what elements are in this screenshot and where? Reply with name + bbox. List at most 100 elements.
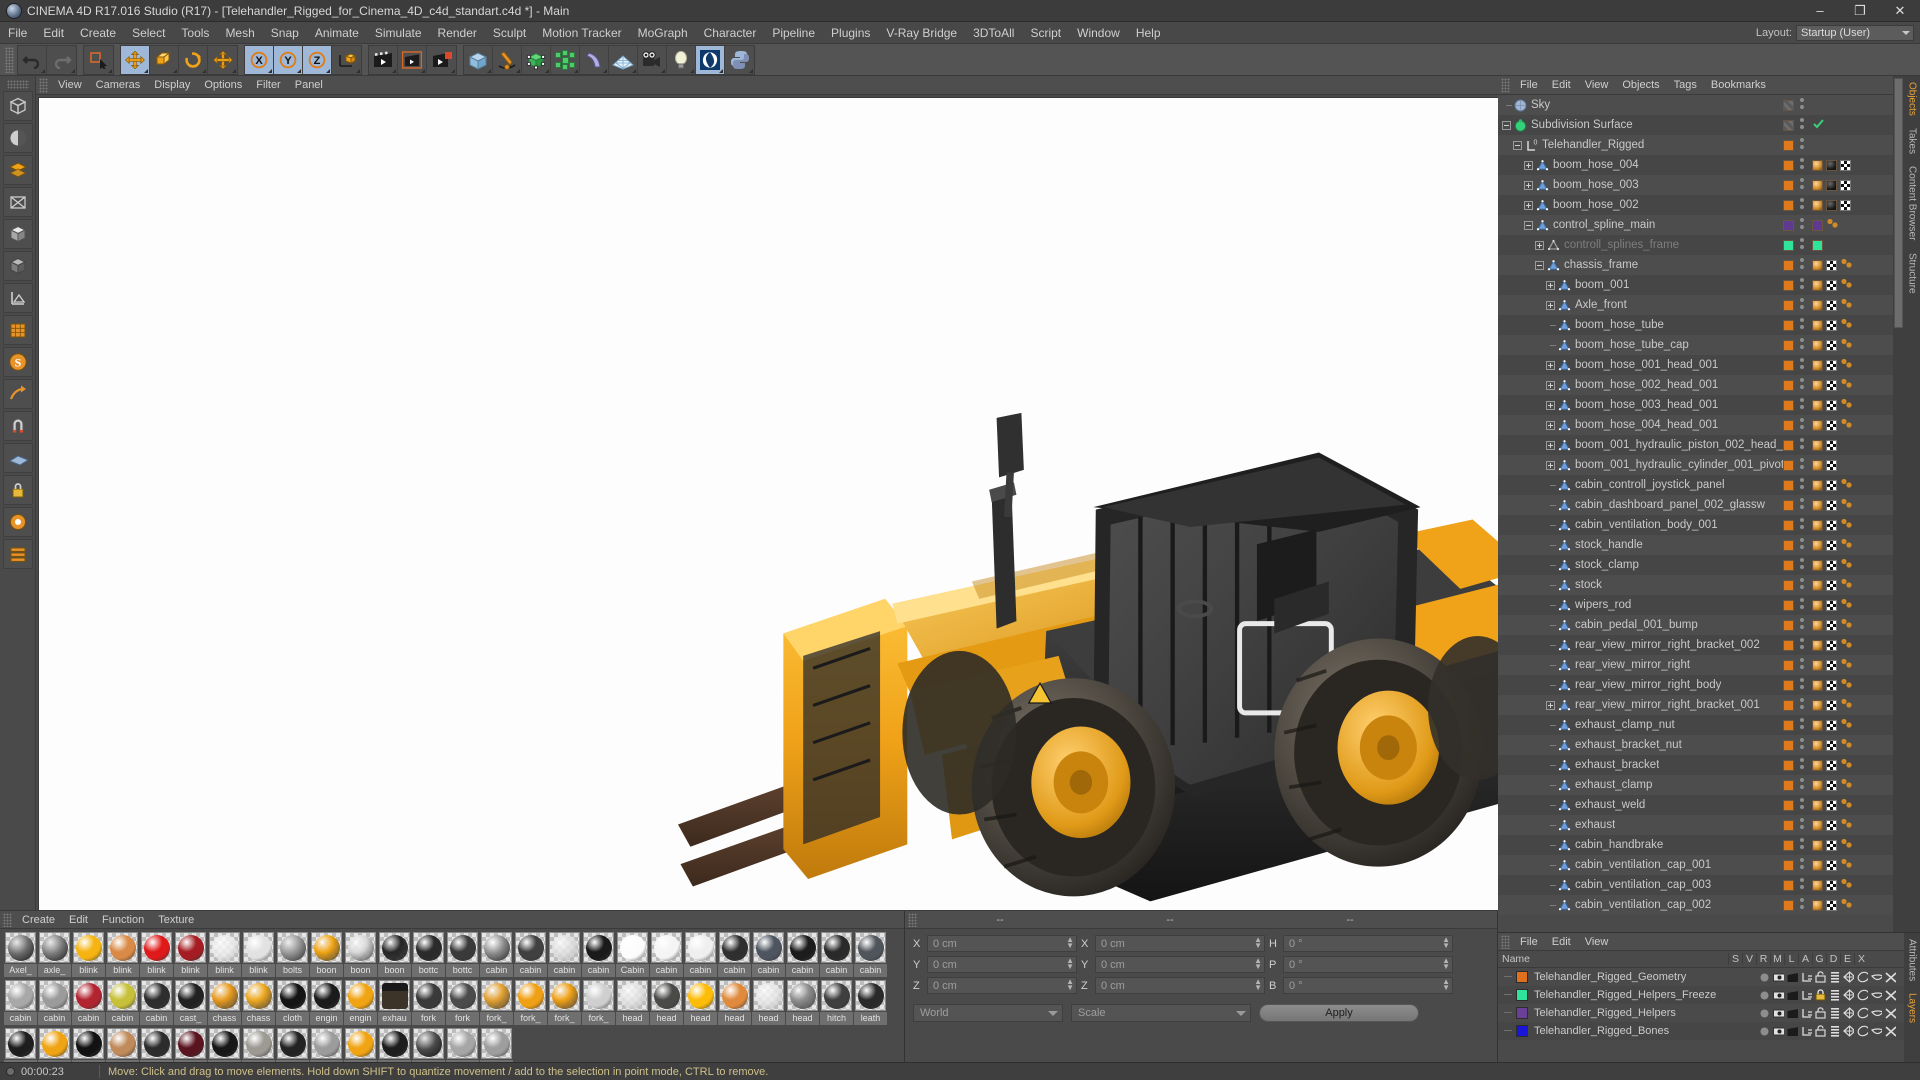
- layer-column-s[interactable]: S: [1728, 953, 1742, 965]
- object-menu-edit[interactable]: Edit: [1545, 76, 1578, 95]
- visibility-dots-icon[interactable]: [1798, 176, 1806, 194]
- rotate-tool-button[interactable]: [179, 45, 208, 74]
- object-row[interactable]: cabin_ventilation_body_001: [1498, 515, 1893, 535]
- material-swatch[interactable]: engin: [344, 980, 377, 1027]
- material-swatch[interactable]: meta: [4, 1028, 37, 1062]
- visibility-dots-icon[interactable]: [1798, 676, 1806, 694]
- texture-tag-icon[interactable]: [1826, 839, 1837, 851]
- object-row[interactable]: stock_handle: [1498, 535, 1893, 555]
- layer-row[interactable]: ─ Telehandler_Rigged_Geometry: [1498, 968, 1920, 986]
- visibility-dots-icon[interactable]: [1798, 236, 1806, 254]
- material-tag-icon[interactable]: [1812, 759, 1823, 771]
- material-tag-icon[interactable]: [1812, 599, 1823, 611]
- material-swatch[interactable]: pisto: [242, 1028, 275, 1062]
- menu-select[interactable]: Select: [124, 22, 173, 44]
- material-tag-icon[interactable]: [1812, 259, 1823, 271]
- menu-script[interactable]: Script: [1022, 22, 1069, 44]
- layer-list[interactable]: ─ Telehandler_Rigged_Geometry ─ Telehandler…: [1498, 968, 1920, 1040]
- material-tag-icon[interactable]: [1812, 779, 1823, 791]
- visibility-dots-icon[interactable]: [1798, 456, 1806, 474]
- material-swatch[interactable]: mirro: [208, 1028, 241, 1062]
- material-swatch[interactable]: fork: [412, 980, 445, 1027]
- deformer-icon[interactable]: [1857, 971, 1868, 983]
- nurbs-button[interactable]: [522, 45, 551, 74]
- redo-button[interactable]: [47, 46, 76, 74]
- visibility-dots-icon[interactable]: [1798, 316, 1806, 334]
- render-region-button[interactable]: [398, 45, 427, 74]
- texture-tag-icon[interactable]: [1826, 639, 1837, 651]
- texture-tag-icon[interactable]: [1826, 599, 1837, 611]
- material-tag-icon[interactable]: [1812, 279, 1823, 291]
- selection-tag-icon[interactable]: [1840, 258, 1853, 272]
- material-tag-icon[interactable]: [1812, 339, 1823, 351]
- lock-z-button[interactable]: Z: [303, 45, 332, 74]
- scale-tool-button[interactable]: [150, 45, 179, 74]
- layer-color-icon[interactable]: [1783, 799, 1794, 811]
- material-swatch[interactable]: meta: [38, 1028, 71, 1062]
- texture-tag-icon[interactable]: [1826, 859, 1837, 871]
- object-row[interactable]: boom_hose_001_head_001: [1498, 355, 1893, 375]
- layer-color-icon[interactable]: [1783, 139, 1794, 151]
- generator-icon[interactable]: [1843, 989, 1854, 1001]
- expression-icon[interactable]: [1871, 1008, 1882, 1019]
- manager-icon[interactable]: [1801, 1008, 1812, 1019]
- material-swatch[interactable]: silver: [446, 1028, 479, 1062]
- spline-pen-button[interactable]: [493, 45, 522, 74]
- selection-tag-icon[interactable]: [1840, 598, 1853, 612]
- xref-icon[interactable]: [1885, 971, 1896, 983]
- layer-color-swatch[interactable]: [1516, 971, 1528, 983]
- menu-character[interactable]: Character: [696, 22, 765, 44]
- material-swatch[interactable]: exhau: [378, 980, 411, 1027]
- material-swatch[interactable]: cabin: [38, 980, 71, 1027]
- eye-icon[interactable]: [1773, 990, 1784, 1001]
- layer-color-icon[interactable]: [1783, 259, 1794, 271]
- material-swatch[interactable]: blink: [174, 932, 207, 979]
- material-swatch[interactable]: silver: [480, 1028, 513, 1062]
- layer-row[interactable]: ─ Telehandler_Rigged_Helpers_Freeze: [1498, 986, 1920, 1004]
- material-tag-icon[interactable]: [1812, 399, 1823, 411]
- material-tag-icon[interactable]: [1812, 819, 1823, 831]
- eye-icon[interactable]: [1773, 972, 1784, 983]
- lock-open-icon[interactable]: [1815, 971, 1826, 983]
- undo-button[interactable]: [18, 45, 47, 74]
- texture-tag-icon[interactable]: [1826, 539, 1837, 551]
- menu-motion-tracker[interactable]: Motion Tracker: [534, 22, 629, 44]
- add-cube-button[interactable]: [464, 45, 493, 74]
- viewport-grip[interactable]: [39, 77, 48, 93]
- layer-color-icon[interactable]: [1783, 319, 1794, 331]
- visibility-dots-icon[interactable]: [1798, 816, 1806, 834]
- visibility-dots-icon[interactable]: [1798, 136, 1806, 154]
- collapse-icon[interactable]: [1524, 220, 1533, 230]
- menu-render[interactable]: Render: [430, 22, 485, 44]
- layer-color-icon[interactable]: [1783, 359, 1794, 371]
- visibility-dots-icon[interactable]: [1798, 576, 1806, 594]
- layer-color-icon[interactable]: [1783, 439, 1794, 451]
- layer-color-icon[interactable]: [1783, 539, 1794, 551]
- texture-tag-icon[interactable]: [1826, 759, 1837, 771]
- object-row[interactable]: boom_hose_003: [1498, 175, 1893, 195]
- material-tag-icon[interactable]: [1812, 879, 1823, 891]
- object-row[interactable]: Sky: [1498, 95, 1893, 115]
- render-settings-button[interactable]: [427, 46, 456, 74]
- animation-bars-icon[interactable]: [1829, 989, 1840, 1001]
- render-clapper-icon[interactable]: [1787, 972, 1798, 983]
- layer-color-icon[interactable]: [1783, 859, 1794, 871]
- material-swatch[interactable]: cabin: [72, 980, 105, 1027]
- visibility-dots-icon[interactable]: [1798, 496, 1806, 514]
- visibility-dots-icon[interactable]: [1798, 536, 1806, 554]
- expand-icon[interactable]: [1546, 440, 1555, 450]
- collapse-icon[interactable]: [1502, 120, 1511, 130]
- material-tag-icon[interactable]: [1812, 379, 1823, 391]
- texture-mode-button[interactable]: [2, 283, 33, 313]
- visibility-dots-icon[interactable]: [1798, 276, 1806, 294]
- material-menu-function[interactable]: Function: [95, 911, 151, 929]
- material-tag-icon[interactable]: [1812, 639, 1823, 651]
- layer-row[interactable]: ─ Telehandler_Rigged_Bones: [1498, 1022, 1920, 1040]
- layer-column-x[interactable]: X: [1854, 953, 1868, 965]
- selection-tag-icon[interactable]: [1840, 778, 1853, 792]
- object-menu-objects[interactable]: Objects: [1615, 76, 1666, 95]
- expand-icon[interactable]: [1546, 380, 1555, 390]
- selection-tag-icon[interactable]: [1840, 758, 1853, 772]
- layer-color-swatch[interactable]: [1516, 989, 1528, 1001]
- material-swatch[interactable]: cabin: [582, 932, 615, 979]
